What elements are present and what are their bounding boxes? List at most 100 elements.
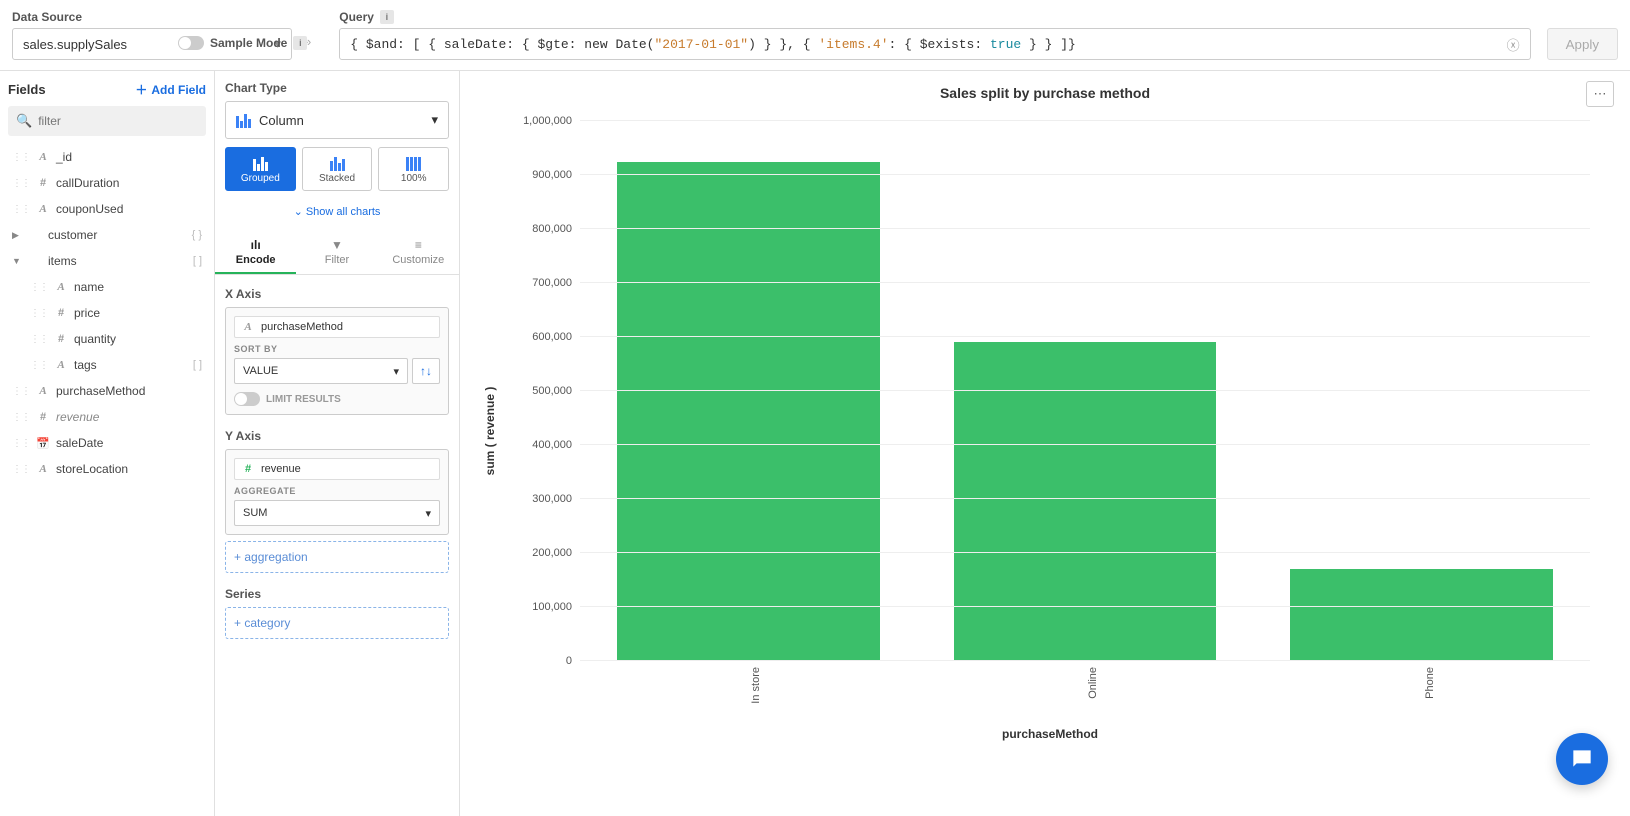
grid-line — [580, 336, 1590, 337]
info-icon[interactable]: i — [380, 10, 394, 24]
field-tags[interactable]: ⋮⋮Atags[ ] — [8, 352, 206, 378]
add-aggregation-button[interactable]: + aggregation — [225, 541, 449, 573]
field-name[interactable]: ⋮⋮Aname — [8, 274, 206, 300]
search-icon: 🔍 — [16, 113, 32, 129]
y-tick-label: 800,000 — [532, 223, 580, 235]
field-items[interactable]: ▼items[ ] — [8, 248, 206, 274]
plot-wrap: sum ( revenue ) In storeOnlinePhone 0100… — [500, 111, 1600, 751]
filter-icon: ▼ — [331, 238, 343, 252]
plus-icon: ＋ — [135, 81, 147, 98]
fields-panel: Fields ＋ Add Field 🔍 ⋮⋮A_id⋮⋮#callDurati… — [0, 71, 215, 816]
x-tick-label: Online — [1081, 661, 1099, 699]
field-name: purchaseMethod — [56, 384, 145, 398]
add-field-button[interactable]: ＋ Add Field — [135, 81, 206, 98]
y-axis-label: Y Axis — [225, 429, 449, 443]
limit-results-row: LIMIT RESULTS — [234, 392, 440, 406]
field-name: tags — [74, 358, 97, 372]
chevron-down-icon: ⌄ — [294, 206, 306, 218]
chart-type-value: Column — [259, 113, 304, 128]
query-input[interactable]: { $and: [ { saleDate: { $gte: new Date("… — [339, 28, 1530, 60]
field-callDuration[interactable]: ⋮⋮#callDuration — [8, 170, 206, 196]
drag-handle-icon: ⋮⋮ — [12, 464, 30, 475]
field-name: customer — [48, 228, 97, 242]
x-axis-title: purchaseMethod — [1002, 727, 1098, 741]
add-category-button[interactable]: + category — [225, 607, 449, 639]
bar-in-store[interactable] — [617, 162, 880, 662]
tab-encode[interactable]: ılıEncode — [215, 230, 296, 274]
data-source-value: sales.supplySales — [23, 37, 127, 52]
x-axis-field-chip[interactable]: A purchaseMethod — [234, 316, 440, 338]
fields-filter-input[interactable] — [38, 114, 198, 128]
field-name: quantity — [74, 332, 116, 346]
y-axis-box[interactable]: # revenue AGGREGATE SUM ▾ — [225, 449, 449, 535]
y-axis-title: sum ( revenue ) — [483, 387, 497, 476]
encode-icon: ılı — [251, 238, 261, 252]
y-tick-label: 200,000 — [532, 547, 580, 559]
y-axis-field-chip[interactable]: # revenue — [234, 458, 440, 480]
clear-query-icon[interactable]: ⓧ — [1507, 35, 1520, 54]
sample-mode-toggle[interactable] — [178, 36, 204, 50]
type-badge: [ ] — [193, 255, 202, 267]
type-badge: { } — [192, 229, 202, 241]
chat-fab[interactable] — [1556, 733, 1608, 785]
y-tick-label: 900,000 — [532, 169, 580, 181]
tab-filter[interactable]: ▼Filter — [296, 230, 377, 274]
field-purchaseMethod[interactable]: ⋮⋮ApurchaseMethod — [8, 378, 206, 404]
info-icon[interactable]: i — [293, 36, 307, 50]
x-axis-box[interactable]: A purchaseMethod SORT BY VALUE ▾ ↑↓ LIMI… — [225, 307, 449, 415]
chevron-down-icon: ▾ — [425, 507, 431, 520]
apply-button[interactable]: Apply — [1547, 28, 1618, 60]
field-name: callDuration — [56, 176, 119, 190]
sort-direction-button[interactable]: ↑↓ — [412, 358, 440, 384]
type-icon: # — [54, 333, 68, 345]
tab-customize[interactable]: ≡Customize — [378, 230, 459, 274]
field-revenue[interactable]: ⋮⋮#revenue — [8, 404, 206, 430]
grid-line — [580, 552, 1590, 553]
y-tick-label: 700,000 — [532, 277, 580, 289]
type-badge: [ ] — [193, 359, 202, 371]
fields-filter[interactable]: 🔍 — [8, 106, 206, 136]
field-storeLocation[interactable]: ⋮⋮AstoreLocation — [8, 456, 206, 482]
aggregate-label: AGGREGATE — [234, 486, 440, 496]
percent-icon — [406, 155, 421, 171]
field-customer[interactable]: ▶customer{ } — [8, 222, 206, 248]
drag-handle-icon: ⋮⋮ — [12, 412, 30, 423]
type-icon: A — [36, 203, 50, 215]
aggregate-select[interactable]: SUM ▾ — [234, 500, 440, 526]
grid-line — [580, 228, 1590, 229]
type-icon: A — [36, 463, 50, 475]
field-quantity[interactable]: ⋮⋮#quantity — [8, 326, 206, 352]
stacked-icon — [330, 155, 345, 171]
sort-by-select[interactable]: VALUE ▾ — [234, 358, 408, 384]
x-axis-label: X Axis — [225, 287, 449, 301]
grid-line — [580, 498, 1590, 499]
subtype-stacked[interactable]: Stacked — [302, 147, 373, 191]
subtype-100[interactable]: 100% — [378, 147, 449, 191]
y-axis-section: Y Axis # revenue AGGREGATE SUM ▾ + aggre… — [225, 429, 449, 573]
limit-results-toggle[interactable] — [234, 392, 260, 406]
bar-phone[interactable] — [1290, 569, 1553, 661]
chevron-down-icon: ▾ — [431, 112, 438, 128]
chat-icon — [1569, 746, 1595, 772]
chart-menu-button[interactable]: ⋯ — [1586, 81, 1614, 107]
data-source-label: Data Source — [12, 10, 292, 24]
sample-mode-label: Sample Mode — [210, 36, 287, 50]
y-tick-label: 300,000 — [532, 493, 580, 505]
main: Fields ＋ Add Field 🔍 ⋮⋮A_id⋮⋮#callDurati… — [0, 71, 1630, 816]
type-icon: A — [54, 281, 68, 293]
subtype-grouped[interactable]: Grouped — [225, 147, 296, 191]
field-name: items — [48, 254, 77, 268]
chart-type-select[interactable]: Column ▾ — [225, 101, 449, 139]
field-couponUsed[interactable]: ⋮⋮AcouponUsed — [8, 196, 206, 222]
field-price[interactable]: ⋮⋮#price — [8, 300, 206, 326]
field-saleDate[interactable]: ⋮⋮📅saleDate — [8, 430, 206, 456]
show-all-charts-link[interactable]: ⌄ Show all charts — [225, 199, 449, 230]
chart-area: ⋯ Sales split by purchase method sum ( r… — [460, 71, 1630, 816]
field-_id[interactable]: ⋮⋮A_id — [8, 144, 206, 170]
bars-container: In storeOnlinePhone — [580, 121, 1590, 661]
field-name: name — [74, 280, 104, 294]
y-tick-label: 1,000,000 — [523, 115, 580, 127]
type-icon: 📅 — [36, 437, 50, 450]
sample-mode-section: Sample Mode i — [178, 36, 307, 50]
bar-slot: Online — [917, 121, 1254, 661]
